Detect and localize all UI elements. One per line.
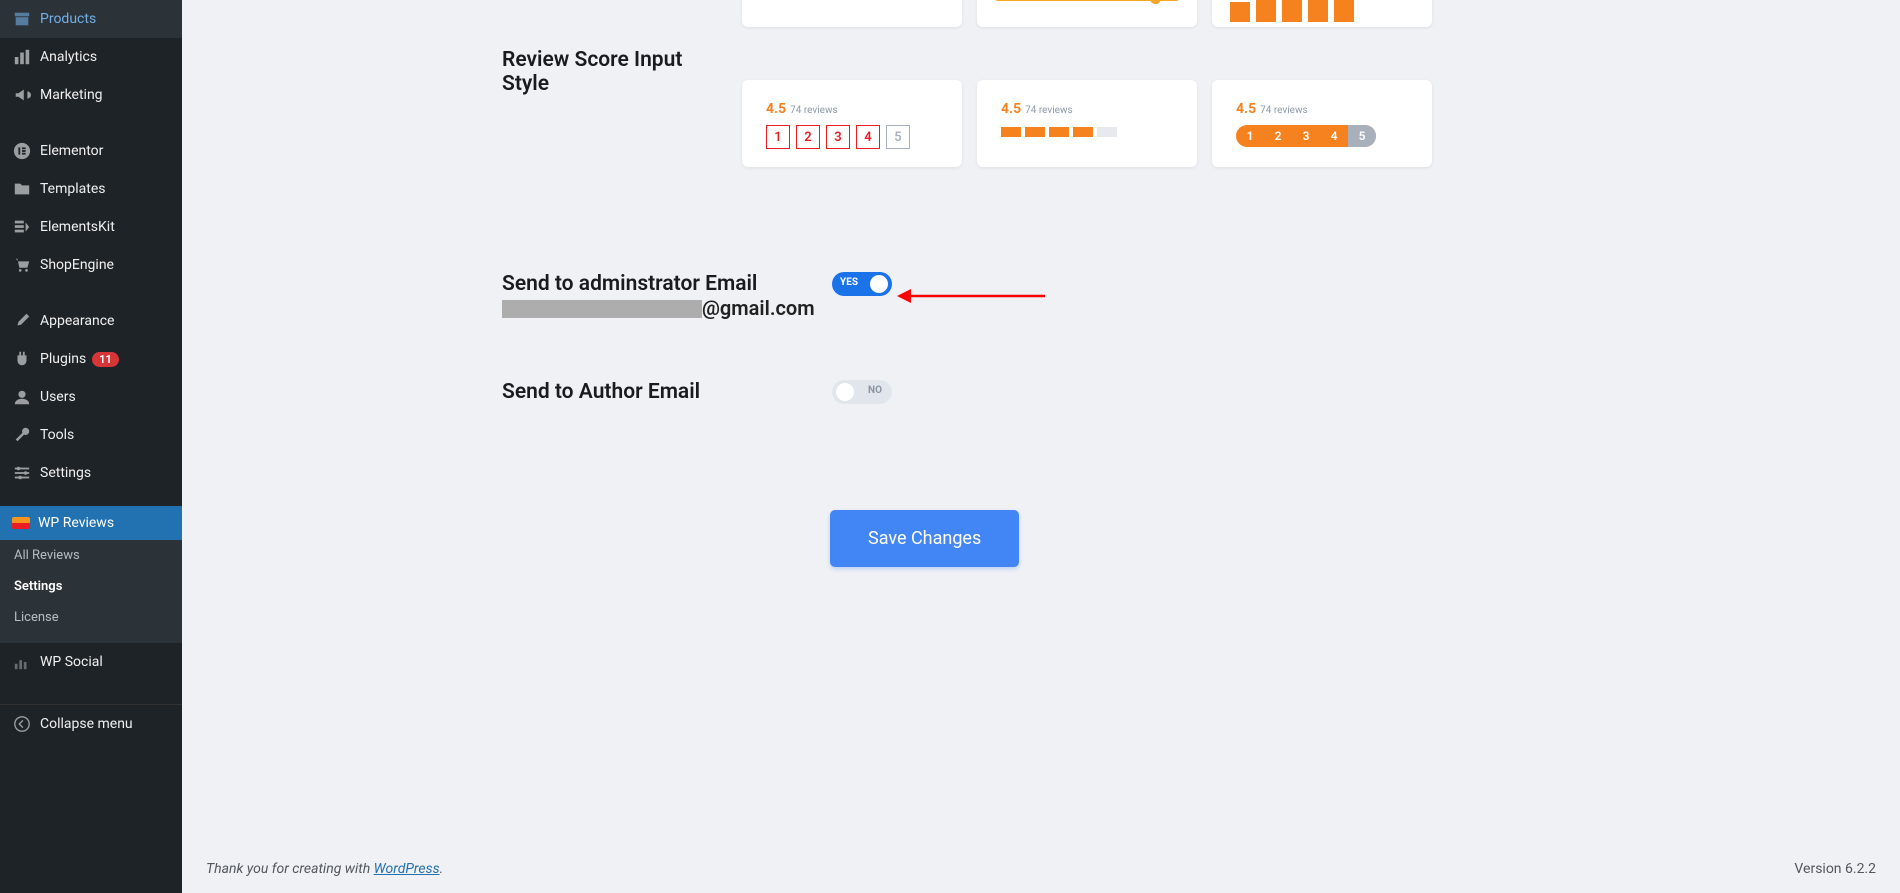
collapse-icon	[12, 714, 32, 734]
sidebar-item-appearance[interactable]: Appearance	[0, 302, 182, 340]
review-style-label: Review Score Input Style	[502, 48, 702, 96]
social-icon	[12, 652, 32, 672]
elementskit-icon	[12, 217, 32, 237]
mini-bars	[1230, 0, 1414, 22]
style-card-4[interactable]: 4.574 reviews 12345	[742, 80, 962, 167]
redacted-email	[502, 300, 702, 318]
sidebar-item-wp-reviews[interactable]: WP Reviews	[0, 506, 182, 540]
card-score: 4.574 reviews	[766, 98, 938, 117]
sidebar-label: ElementsKit	[40, 219, 115, 235]
star-rating: 4.9★★★★★	[760, 0, 944, 3]
card-score: 4.574 reviews	[1236, 98, 1408, 117]
sidebar-item-plugins[interactable]: Plugins 11	[0, 340, 182, 378]
style-card-5[interactable]: 4.574 reviews	[977, 80, 1197, 167]
stars-icon: ★★★★★	[792, 0, 855, 1]
sidebar-item-templates[interactable]: Templates	[0, 170, 182, 208]
num-boxes: 12345	[766, 125, 938, 149]
wordpress-link[interactable]: WordPress	[374, 861, 440, 877]
sidebar-label: Analytics	[40, 49, 97, 65]
plugins-badge: 11	[92, 352, 119, 367]
style-card-3[interactable]	[1212, 0, 1432, 27]
email-suffix: @gmail.com	[702, 296, 815, 320]
plug-icon	[12, 349, 32, 369]
admin-sidebar: Products Analytics Marketing Elementor T…	[0, 0, 182, 893]
sidebar-label: WP Reviews	[38, 515, 114, 531]
sidebar-item-analytics[interactable]: Analytics	[0, 38, 182, 76]
wp-reviews-icon	[12, 517, 30, 529]
sidebar-label: Users	[40, 389, 76, 405]
sidebar-item-wp-social[interactable]: WP Social	[0, 643, 182, 681]
save-button[interactable]: Save Changes	[830, 510, 1019, 567]
archive-icon	[12, 9, 32, 29]
pill-row: 12345	[1236, 125, 1376, 147]
wrench-icon	[12, 425, 32, 445]
arrow-annotation	[895, 284, 1055, 308]
admin-footer: Thank you for creating with WordPress. V…	[182, 845, 1900, 893]
sidebar-label: Plugins	[40, 351, 86, 367]
author-email-toggle[interactable]: NO	[832, 380, 892, 404]
sidebar-item-users[interactable]: Users	[0, 378, 182, 416]
admin-email-label: Send to adminstrator Email @gmail.com	[502, 272, 832, 321]
sidebar-item-tools[interactable]: Tools	[0, 416, 182, 454]
megaphone-icon	[12, 85, 32, 105]
quality-bar	[995, 0, 1179, 1]
sidebar-label: ShopEngine	[40, 257, 114, 273]
sidebar-item-marketing[interactable]: Marketing	[0, 76, 182, 114]
sidebar-label: Marketing	[40, 87, 103, 103]
sliders-icon	[12, 463, 32, 483]
sidebar-label: Tools	[40, 427, 74, 443]
collapse-menu[interactable]: Collapse menu	[0, 704, 182, 743]
style-card-2[interactable]: Quality4/5	[977, 0, 1197, 27]
sidebar-label: Settings	[40, 465, 91, 481]
sidebar-label: Products	[40, 11, 96, 27]
sidebar-item-elementor[interactable]: Elementor	[0, 132, 182, 170]
sidebar-item-elementskit[interactable]: ElementsKit	[0, 208, 182, 246]
cart-icon	[12, 255, 32, 275]
collapse-label: Collapse menu	[40, 716, 133, 732]
segment-bar	[1001, 127, 1173, 137]
user-icon	[12, 387, 32, 407]
style-card-6[interactable]: 4.574 reviews 12345	[1212, 80, 1432, 167]
chart-icon	[12, 47, 32, 67]
card-score: 4.574 reviews	[1001, 98, 1173, 117]
sidebar-item-settings[interactable]: Settings	[0, 454, 182, 492]
brush-icon	[12, 311, 32, 331]
author-email-label: Send to Author Email	[502, 380, 832, 404]
version-label: Version 6.2.2	[1794, 861, 1876, 877]
subitem-license[interactable]: License	[0, 602, 182, 633]
elementor-icon	[12, 141, 32, 161]
sidebar-item-shopengine[interactable]: ShopEngine	[0, 246, 182, 284]
subitem-all-reviews[interactable]: All Reviews	[0, 540, 182, 571]
sidebar-label: WP Social	[40, 654, 103, 670]
admin-email-toggle[interactable]: YES	[832, 272, 892, 296]
content-area: Review Score Input Style 4.9★★★★★ Qualit…	[182, 0, 1900, 893]
toggle-knob	[870, 275, 888, 293]
toggle-knob	[836, 383, 854, 401]
style-card-1[interactable]: 4.9★★★★★	[742, 0, 962, 27]
folder-icon	[12, 179, 32, 199]
footer-credit: Thank you for creating with WordPress.	[206, 861, 443, 877]
sidebar-label: Appearance	[40, 313, 114, 329]
sidebar-label: Templates	[40, 181, 106, 197]
subitem-settings[interactable]: Settings	[0, 571, 182, 602]
sidebar-item-products[interactable]: Products	[0, 0, 182, 38]
sidebar-label: Elementor	[40, 143, 103, 159]
